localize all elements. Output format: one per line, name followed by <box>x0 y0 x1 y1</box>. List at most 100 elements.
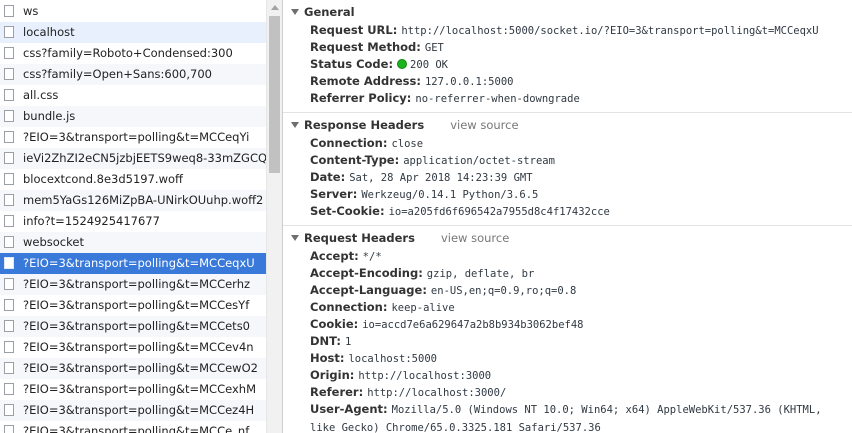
header-row: Accept-Language: en-US,en;q=0.9,ro;q=0.8 <box>283 282 852 299</box>
header-value: 1 <box>345 336 352 348</box>
request-row[interactable]: ?EIO=3&transport=polling&t=MCCe_nf <box>0 421 266 433</box>
header-value: */* <box>362 251 382 263</box>
file-icon <box>4 47 14 59</box>
general-section-header[interactable]: General <box>283 3 852 22</box>
general-section: General Request URL: http://localhost:500… <box>283 0 852 113</box>
header-value: en-US,en;q=0.9,ro;q=0.8 <box>430 285 577 297</box>
request-name: localhost <box>23 25 75 39</box>
header-value: application/octet-stream <box>403 155 555 167</box>
header-name: Accept-Language: <box>310 283 427 297</box>
header-name: User-Agent: <box>310 402 388 416</box>
request-name: ws <box>23 4 39 18</box>
request-row[interactable]: css?family=Open+Sans:600,700 <box>0 64 266 85</box>
request-name: ?EIO=3&transport=polling&t=MCCerhz <box>23 277 251 291</box>
request-name: websocket <box>23 235 84 249</box>
file-icon <box>4 278 14 290</box>
request-headers-section-header[interactable]: Request Headers view source <box>283 229 852 248</box>
request-name: ?EIO=3&transport=polling&t=MCCeqYi <box>23 130 250 144</box>
request-row[interactable]: ?EIO=3&transport=polling&t=MCCez4H <box>0 400 266 421</box>
header-name: DNT: <box>310 334 341 348</box>
request-name: css?family=Open+Sans:600,700 <box>23 67 212 81</box>
request-name: info?t=1524925417677 <box>23 214 160 228</box>
header-row: Referer: http://localhost:3000/ <box>283 384 852 401</box>
request-row[interactable]: ?EIO=3&transport=polling&t=MCCets0 <box>0 316 266 337</box>
request-row[interactable]: ?EIO=3&transport=polling&t=MCCesYf <box>0 295 266 316</box>
file-icon <box>4 173 14 185</box>
header-value: gzip, deflate, br <box>426 268 535 280</box>
headers-panel: General Request URL: http://localhost:500… <box>283 0 852 433</box>
header-name: Cookie: <box>310 317 359 331</box>
header-name: Remote Address: <box>310 74 421 88</box>
section-title: Request Headers <box>304 231 415 245</box>
expand-triangle-icon[interactable] <box>291 235 299 241</box>
header-name: Origin: <box>310 368 355 382</box>
request-name: ?EIO=3&transport=polling&t=MCCexhM <box>23 382 256 396</box>
header-name: Referer: <box>310 385 364 399</box>
header-value: GET <box>424 42 444 54</box>
request-name: ?EIO=3&transport=polling&t=MCCe_nf <box>23 424 250 433</box>
request-row[interactable]: ieVi2ZhZI2eCN5jzbjEETS9weq8-33mZGCQYbv <box>0 148 266 169</box>
header-name: Set-Cookie: <box>310 204 385 218</box>
scroll-up-arrow-icon[interactable] <box>271 5 279 10</box>
request-row[interactable]: localhost <box>0 22 266 43</box>
request-row[interactable]: mem5YaGs126MiZpBA-UNirkOUuhp.woff2 <box>0 190 266 211</box>
file-icon <box>4 89 14 101</box>
header-name: Request URL: <box>310 23 398 37</box>
header-name: Status Code: <box>310 57 394 71</box>
scrollbar-thumb[interactable] <box>269 16 280 173</box>
file-icon <box>4 68 14 80</box>
request-row[interactable]: info?t=1524925417677 <box>0 211 266 232</box>
request-name: ?EIO=3&transport=polling&t=MCCev4n <box>23 340 254 354</box>
request-row[interactable]: bundle.js <box>0 106 266 127</box>
file-icon <box>4 299 14 311</box>
response-headers-section-header[interactable]: Response Headers view source <box>283 116 852 135</box>
request-row[interactable]: ?EIO=3&transport=polling&t=MCCewO2 <box>0 358 266 379</box>
header-value: http://localhost:3000 <box>358 370 492 382</box>
section-title: General <box>304 5 355 19</box>
header-row: Request URL: http://localhost:5000/socket… <box>283 22 852 39</box>
view-source-link[interactable]: view source <box>450 118 518 132</box>
request-row[interactable]: ?EIO=3&transport=polling&t=MCCev4n <box>0 337 266 358</box>
header-name: Date: <box>310 170 346 184</box>
header-name: Accept-Encoding: <box>310 266 423 280</box>
header-row: Status Code: 200 OK <box>283 56 852 73</box>
header-value: 200 OK <box>410 59 448 71</box>
header-value: io=a205fd6f696542a7955d8c4f17432cce <box>388 206 610 218</box>
view-source-link[interactable]: view source <box>441 231 509 245</box>
request-row[interactable]: ws <box>0 1 266 22</box>
header-row: Request Method: GET <box>283 39 852 56</box>
header-row: Set-Cookie: io=a205fd6f696542a7955d8c4f17… <box>283 203 852 220</box>
header-value: close <box>391 138 424 150</box>
expand-triangle-icon[interactable] <box>291 122 299 128</box>
request-list-scrollbar[interactable] <box>266 0 282 433</box>
file-icon <box>4 341 14 353</box>
request-row[interactable]: all.css <box>0 85 266 106</box>
request-list-panel: ws localhost css?family=Roboto+Condensed:3… <box>0 0 282 433</box>
request-row[interactable]: ?EIO=3&transport=polling&t=MCCerhz <box>0 274 266 295</box>
request-row[interactable]: blocextcond.8e3d5197.woff <box>0 169 266 190</box>
request-name: mem5YaGs126MiZpBA-UNirkOUuhp.woff2 <box>23 193 264 207</box>
header-row: Content-Type: application/octet-stream <box>283 152 852 169</box>
request-list: ws localhost css?family=Roboto+Condensed:3… <box>0 1 266 433</box>
header-row: Accept-Encoding: gzip, deflate, br <box>283 265 852 282</box>
file-icon <box>4 383 14 395</box>
file-icon <box>4 362 14 374</box>
header-name: Host: <box>310 351 345 365</box>
file-icon <box>4 5 14 17</box>
file-icon <box>4 131 14 143</box>
header-value: http://localhost:3000/ <box>367 387 507 399</box>
header-row: Origin: http://localhost:3000 <box>283 367 852 384</box>
file-icon <box>4 425 14 433</box>
request-row[interactable]: ?EIO=3&transport=polling&t=MCCeqxU <box>0 253 266 274</box>
request-row[interactable]: websocket <box>0 232 266 253</box>
expand-triangle-icon[interactable] <box>291 9 299 15</box>
header-name: Content-Type: <box>310 153 400 167</box>
request-row[interactable]: css?family=Roboto+Condensed:300 <box>0 43 266 64</box>
file-icon <box>4 236 14 248</box>
header-value: no-referrer-when-downgrade <box>415 93 580 105</box>
header-row: DNT: 1 <box>283 333 852 350</box>
request-row[interactable]: ?EIO=3&transport=polling&t=MCCexhM <box>0 379 266 400</box>
request-name: blocextcond.8e3d5197.woff <box>23 172 183 186</box>
request-row[interactable]: ?EIO=3&transport=polling&t=MCCeqYi <box>0 127 266 148</box>
header-row: Connection: close <box>283 135 852 152</box>
